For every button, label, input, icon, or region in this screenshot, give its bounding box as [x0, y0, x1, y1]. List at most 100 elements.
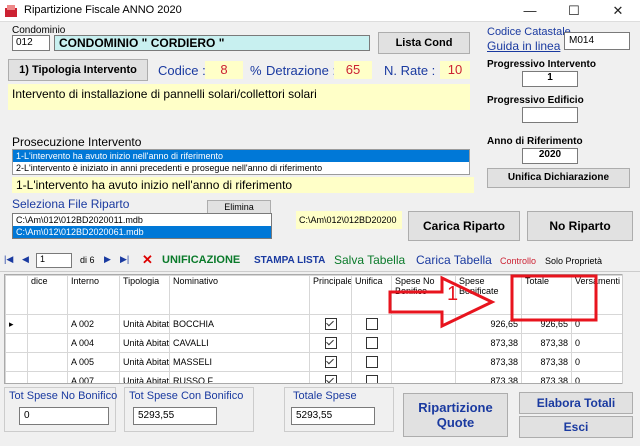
seleziona-file-label: Seleziona File Riparto [12, 197, 130, 211]
cell-interno[interactable]: A 002 [67, 314, 120, 334]
anno-riferimento-field[interactable]: 2020 [522, 148, 578, 164]
principale-checkbox[interactable] [324, 356, 337, 368]
tot-con-bonifico-label: Tot Spese Con Bonifico [129, 390, 244, 402]
cell-codice[interactable] [27, 352, 68, 372]
ripartizione-quote-button[interactable]: Ripartizione Quote [403, 393, 508, 437]
elimina-button[interactable]: Elimina [207, 200, 271, 214]
unifica-checkbox[interactable] [365, 356, 378, 368]
cell-tipologia[interactable]: Unità Abitativa [119, 333, 170, 353]
principale-checkbox[interactable] [324, 318, 337, 330]
cell-unifica[interactable] [351, 371, 392, 383]
cell-codice[interactable] [27, 371, 68, 383]
cell-tipologia[interactable]: Unità Abitativa [119, 371, 170, 383]
col-header-nominativo[interactable]: Nominativo [169, 275, 310, 315]
row-header[interactable]: ▸ [5, 314, 28, 334]
unifica-checkbox[interactable] [365, 375, 378, 383]
cell-tipologia[interactable]: Unità Abitativa [119, 352, 170, 372]
cell-nominativo[interactable]: BOCCHIA [169, 314, 310, 334]
progressivo-edificio-field[interactable] [522, 107, 578, 123]
cell-nominativo[interactable]: CAVALLI [169, 333, 310, 353]
totale-spese-field[interactable]: 5293,55 [291, 407, 375, 425]
cell-codice[interactable] [27, 333, 68, 353]
esci-button[interactable]: Esci [519, 416, 633, 438]
prosecuzione-list[interactable]: 1-L'intervento ha avuto inizio nell'anno… [12, 149, 470, 175]
detrazione-value[interactable]: 65 [334, 61, 372, 79]
cell-unifica[interactable] [351, 333, 392, 353]
cell-interno[interactable]: A 004 [67, 333, 120, 353]
cell-spese-no-bonifico[interactable] [391, 352, 456, 372]
cell-codice[interactable] [27, 314, 68, 334]
file-item-selected[interactable]: C:\Am\012\012BD2020061.mdb [13, 226, 271, 238]
principale-checkbox[interactable] [324, 337, 337, 349]
codice-catastale-field[interactable]: M014 [564, 32, 630, 50]
row-header[interactable] [5, 333, 28, 353]
carica-tabella-button[interactable]: Carica Tabella [416, 253, 492, 267]
cell-interno[interactable]: A 005 [67, 352, 120, 372]
close-button[interactable]: ✕ [596, 0, 640, 22]
unificazione-button[interactable]: UNIFICAZIONE [162, 254, 240, 266]
progressivo-intervento-field[interactable]: 1 [522, 71, 578, 87]
file-item[interactable]: C:\Am\012\012BD2020011.mdb [13, 214, 271, 226]
codice-value[interactable]: 8 [205, 61, 243, 79]
solo-proprieta-button[interactable]: Solo Proprietà [545, 256, 602, 266]
table-row[interactable]: A 007Unità AbitativaRUSSO F873,38873,380 [5, 371, 633, 383]
row-header[interactable] [5, 371, 28, 383]
cell-spese-bonificate[interactable]: 873,38 [455, 371, 522, 383]
col-header-interno[interactable]: Interno [67, 275, 120, 315]
condominio-code-field[interactable]: 012 [12, 35, 50, 51]
table-row[interactable]: A 004Unità AbitativaCAVALLI873,38873,380 [5, 333, 633, 353]
cell-nominativo[interactable]: RUSSO F [169, 371, 310, 383]
unifica-checkbox[interactable] [365, 318, 378, 330]
cell-spese-bonificate[interactable]: 873,38 [455, 333, 522, 353]
cell-principale[interactable] [309, 371, 352, 383]
elabora-totali-button[interactable]: Elabora Totali [519, 392, 633, 414]
cell-nominativo[interactable]: MASSELI [169, 352, 310, 372]
unifica-checkbox[interactable] [365, 337, 378, 349]
controllo-button[interactable]: Controllo [500, 256, 536, 266]
col-header-tipologia[interactable]: Tipologia [119, 275, 170, 315]
tot-con-bonifico-field[interactable]: 5293,55 [133, 407, 217, 425]
minimize-button[interactable]: — [508, 0, 552, 22]
table-row[interactable]: A 005Unità AbitativaMASSELI873,38873,380 [5, 352, 633, 372]
col-header-principale[interactable]: Principale [309, 275, 352, 315]
cell-unifica[interactable] [351, 352, 392, 372]
tot-no-bonifico-field[interactable]: 0 [19, 407, 109, 425]
annotation-arrow [388, 275, 496, 329]
cell-totale[interactable]: 873,38 [521, 333, 572, 353]
row-header-corner [5, 275, 28, 315]
prosecuzione-option-2[interactable]: 2-L'intervento è iniziato in anni preced… [13, 162, 469, 174]
lista-cond-button[interactable]: Lista Cond [378, 32, 470, 54]
carica-riparto-button[interactable]: Carica Riparto [408, 211, 520, 241]
first-record-icon[interactable]: |◀ [4, 254, 13, 265]
cell-tipologia[interactable]: Unità Abitativa [119, 314, 170, 334]
condominio-name-field[interactable]: CONDOMINIO " CORDIERO " [54, 35, 370, 51]
cell-spese-no-bonifico[interactable] [391, 333, 456, 353]
file-list[interactable]: C:\Am\012\012BD2020011.mdb C:\Am\012\012… [12, 213, 272, 239]
guida-link[interactable]: Guida in linea [487, 39, 560, 53]
prev-record-icon[interactable]: ◀ [22, 254, 29, 265]
rate-value[interactable]: 10 [440, 61, 470, 79]
tipologia-intervento-button[interactable]: 1) Tipologia Intervento [8, 59, 148, 81]
cell-totale[interactable]: 873,38 [521, 371, 572, 383]
principale-checkbox[interactable] [324, 375, 337, 383]
page-field[interactable]: 1 [36, 253, 72, 268]
cell-totale[interactable]: 873,38 [521, 352, 572, 372]
cell-principale[interactable] [309, 333, 352, 353]
cell-interno[interactable]: A 007 [67, 371, 120, 383]
cell-spese-no-bonifico[interactable] [391, 371, 456, 383]
grid-scrollbar[interactable] [622, 274, 634, 384]
maximize-button[interactable]: ☐ [552, 0, 596, 22]
cell-principale[interactable] [309, 314, 352, 334]
row-header[interactable] [5, 352, 28, 372]
delete-icon[interactable]: ✕ [142, 252, 153, 268]
col-header-codice[interactable]: dice [27, 275, 68, 315]
prosecuzione-option-1[interactable]: 1-L'intervento ha avuto inizio nell'anno… [13, 150, 469, 162]
no-riparto-button[interactable]: No Riparto [527, 211, 633, 241]
cell-spese-bonificate[interactable]: 873,38 [455, 352, 522, 372]
stampa-lista-button[interactable]: STAMPA LISTA [254, 255, 325, 266]
cell-principale[interactable] [309, 352, 352, 372]
unifica-dichiarazione-button[interactable]: Unifica Dichiarazione [487, 168, 630, 188]
salva-tabella-button[interactable]: Salva Tabella [334, 253, 405, 267]
last-record-icon[interactable]: ▶| [120, 254, 129, 265]
next-record-icon[interactable]: ▶ [104, 254, 111, 265]
